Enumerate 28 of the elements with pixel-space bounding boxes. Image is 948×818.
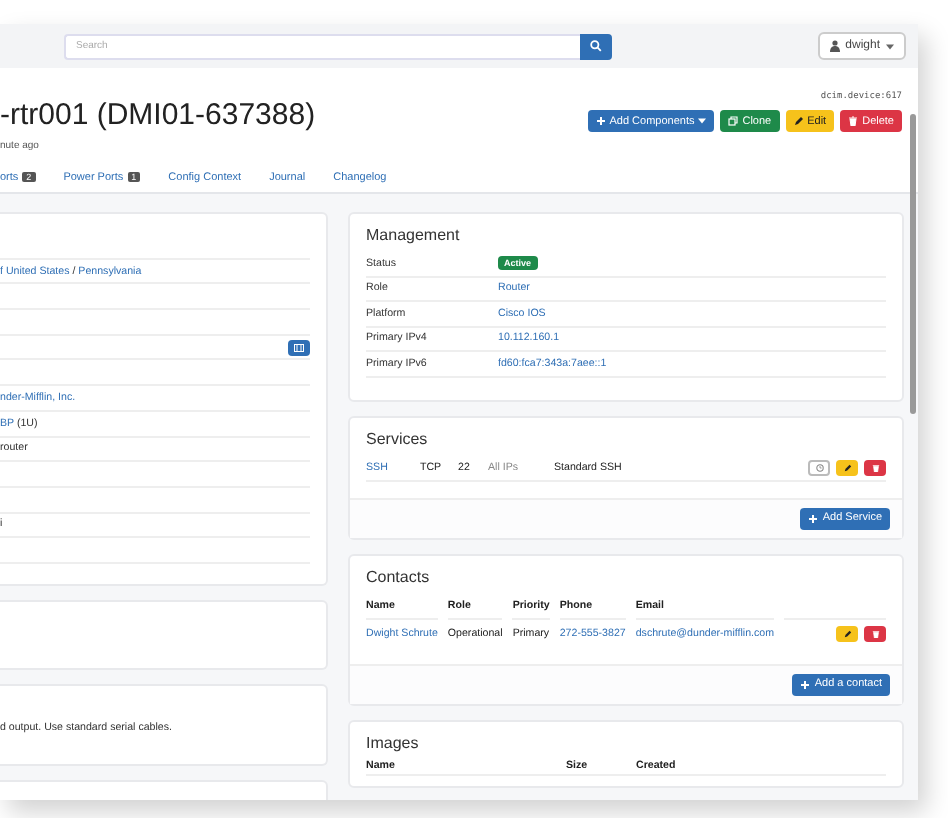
card-title: Management bbox=[366, 226, 462, 244]
edit-button[interactable] bbox=[836, 625, 858, 641]
delete-button[interactable] bbox=[864, 459, 886, 475]
caret-icon bbox=[886, 43, 894, 49]
clock-icon bbox=[815, 463, 823, 471]
plus-icon bbox=[595, 116, 606, 126]
scrollbar[interactable] bbox=[910, 114, 916, 414]
trash-icon bbox=[871, 629, 879, 637]
pencil-icon bbox=[843, 629, 851, 637]
card-title: Services bbox=[366, 429, 430, 447]
trash-icon bbox=[848, 116, 859, 126]
plus-icon bbox=[800, 679, 811, 689]
delete-button[interactable] bbox=[864, 625, 886, 641]
card-title: Images bbox=[366, 733, 421, 751]
user-icon bbox=[829, 40, 840, 52]
pencil-icon bbox=[793, 116, 804, 126]
pencil-icon bbox=[843, 463, 851, 471]
copy-icon bbox=[728, 116, 739, 126]
device-title: -rtr001 (DMI01-637388) bbox=[0, 98, 316, 132]
edit-button[interactable] bbox=[836, 459, 858, 475]
trash-icon bbox=[871, 463, 879, 471]
plus-icon bbox=[808, 513, 819, 523]
caret-icon bbox=[698, 118, 707, 124]
card-title: Contacts bbox=[366, 567, 432, 585]
map-icon bbox=[294, 343, 304, 352]
search-button[interactable] bbox=[580, 33, 612, 59]
map-button[interactable] bbox=[288, 339, 310, 356]
search-icon bbox=[590, 40, 602, 52]
